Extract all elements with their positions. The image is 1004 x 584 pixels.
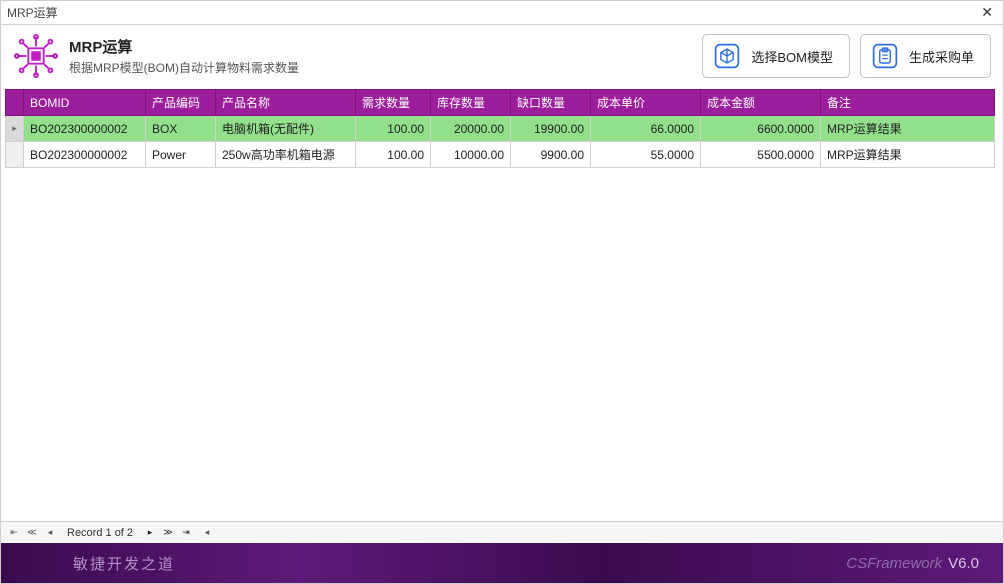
cube-icon	[713, 42, 741, 70]
row-indicator-icon: ▸	[6, 116, 24, 142]
cell-prod_code[interactable]: BOX	[146, 116, 216, 142]
cell-bomid[interactable]: BO202300000002	[24, 116, 146, 142]
table-row[interactable]: ▸BO202300000002BOX电脑机箱(无配件)100.0020000.0…	[6, 116, 995, 142]
cell-req_qty[interactable]: 100.00	[356, 142, 431, 168]
nav-next-icon[interactable]: ▸	[142, 525, 158, 541]
table-header-row: BOMID 产品编码 产品名称 需求数量 库存数量 缺口数量 成本单价 成本金额…	[6, 90, 995, 116]
chip-icon	[13, 33, 59, 79]
cell-cost_amount[interactable]: 6600.0000	[701, 116, 821, 142]
nav-status: Record 1 of 2	[67, 527, 133, 539]
generate-po-label: 生成采购单	[909, 47, 974, 66]
col-prod-code[interactable]: 产品编码	[146, 90, 216, 116]
select-bom-label: 选择BOM模型	[751, 47, 833, 66]
gutter-header	[6, 90, 24, 116]
generate-po-button[interactable]: 生成采购单	[860, 34, 991, 78]
page-title: MRP运算	[69, 36, 299, 57]
cell-remark[interactable]: MRP运算结果	[821, 142, 995, 168]
footer-bar: 敏捷开发之道 CSFramework V6.0	[1, 543, 1003, 583]
nav-prev-icon[interactable]: ◂	[42, 525, 58, 541]
cell-req_qty[interactable]: 100.00	[356, 116, 431, 142]
col-stock-qty[interactable]: 库存数量	[431, 90, 511, 116]
cell-cost_price[interactable]: 66.0000	[591, 116, 701, 142]
col-remark[interactable]: 备注	[821, 90, 995, 116]
header-panel: MRP运算 根据MRP模型(BOM)自动计算物料需求数量 选择BOM模型 生成采…	[1, 25, 1003, 89]
nav-prev-page-icon[interactable]: ≪	[24, 525, 40, 541]
cell-short_qty[interactable]: 19900.00	[511, 116, 591, 142]
col-prod-name[interactable]: 产品名称	[216, 90, 356, 116]
col-cost-amount[interactable]: 成本金额	[701, 90, 821, 116]
cell-stock_qty[interactable]: 10000.00	[431, 142, 511, 168]
cell-cost_price[interactable]: 55.0000	[591, 142, 701, 168]
cell-short_qty[interactable]: 9900.00	[511, 142, 591, 168]
footer-version: V6.0	[948, 555, 979, 572]
footer-brand: CSFramework	[846, 555, 942, 572]
cell-prod_code[interactable]: Power	[146, 142, 216, 168]
results-table[interactable]: BOMID 产品编码 产品名称 需求数量 库存数量 缺口数量 成本单价 成本金额…	[5, 89, 995, 168]
cell-bomid[interactable]: BO202300000002	[24, 142, 146, 168]
table-row[interactable]: BO202300000002Power250w高功率机箱电源100.001000…	[6, 142, 995, 168]
close-icon[interactable]: ✕	[977, 4, 997, 21]
cell-cost_amount[interactable]: 5500.0000	[701, 142, 821, 168]
nav-scroll-left-icon[interactable]: ◂	[199, 525, 215, 541]
col-bomid[interactable]: BOMID	[24, 90, 146, 116]
select-bom-button[interactable]: 选择BOM模型	[702, 34, 850, 78]
cell-prod_name[interactable]: 电脑机箱(无配件)	[216, 116, 356, 142]
col-short-qty[interactable]: 缺口数量	[511, 90, 591, 116]
row-indicator-icon	[6, 142, 24, 168]
title-bar: MRP运算 ✕	[1, 1, 1003, 25]
cell-remark[interactable]: MRP运算结果	[821, 116, 995, 142]
nav-first-icon[interactable]: ⇤	[6, 525, 22, 541]
cell-stock_qty[interactable]: 20000.00	[431, 116, 511, 142]
window-title: MRP运算	[7, 4, 58, 21]
page-subtitle: 根据MRP模型(BOM)自动计算物料需求数量	[69, 59, 299, 76]
record-navigator: ⇤ ≪ ◂ Record 1 of 2 ▸ ≫ ⇥ ◂	[1, 521, 1003, 543]
col-cost-price[interactable]: 成本单价	[591, 90, 701, 116]
grid-container: BOMID 产品编码 产品名称 需求数量 库存数量 缺口数量 成本单价 成本金额…	[1, 89, 1003, 521]
nav-last-icon[interactable]: ⇥	[178, 525, 194, 541]
nav-next-page-icon[interactable]: ≫	[160, 525, 176, 541]
col-req-qty[interactable]: 需求数量	[356, 90, 431, 116]
clipboard-icon	[871, 42, 899, 70]
footer-tagline: 敏捷开发之道	[73, 553, 175, 574]
cell-prod_name[interactable]: 250w高功率机箱电源	[216, 142, 356, 168]
